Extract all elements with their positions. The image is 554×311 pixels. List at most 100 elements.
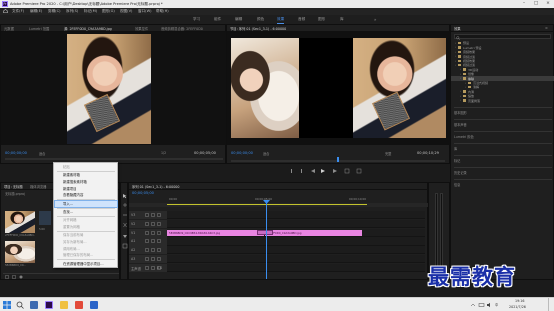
file-explorer-icon[interactable]	[60, 301, 68, 309]
workspace-tab-editing[interactable]: 编辑	[235, 17, 242, 22]
chevron-right-icon[interactable]: ›	[455, 45, 456, 49]
chevron-right-icon[interactable]: ›	[465, 81, 466, 85]
taskbar-date[interactable]: 2021/7/26	[509, 305, 526, 309]
chevron-right-icon[interactable]: ›	[460, 98, 461, 102]
close-button[interactable]: ×	[542, 0, 554, 8]
source-viewer[interactable]	[1, 32, 226, 145]
show-desktop-button[interactable]	[548, 298, 549, 311]
chevron-right-icon[interactable]: ›	[460, 72, 461, 76]
track-lock-icon[interactable]	[145, 239, 149, 244]
workspace-overflow-button[interactable]: »	[374, 17, 376, 22]
menu-file[interactable]: 文件(F)	[12, 9, 24, 14]
workspace-tab-assembly[interactable]: 组件	[214, 17, 221, 22]
context-menu-item[interactable]: 新建搜索素材箱	[55, 179, 117, 186]
master-volume-value[interactable]: 0.0	[157, 266, 162, 270]
program-fit-dropdown[interactable]: 适合	[263, 151, 269, 156]
video-clip[interactable]: 5E2B6BD9_C0C9B54-8DA56-64C3.jpg	[167, 229, 265, 236]
source-fit-dropdown[interactable]: 适合	[39, 151, 45, 156]
chevron-right-icon[interactable]: ›	[455, 50, 456, 54]
word-taskbar-icon[interactable]	[90, 301, 98, 309]
chevron-right-icon[interactable]: ›	[465, 85, 466, 89]
taskbar-time[interactable]: 19:16	[515, 299, 525, 303]
tab-project[interactable]: 项目: 无标题	[4, 184, 23, 189]
menu-graphics[interactable]: 图形(G)	[102, 9, 115, 14]
workspace-tab-color[interactable]: 颜色	[257, 17, 264, 22]
video-clip[interactable]: 2FEFF0D0_C9A3A9BD.jpg	[265, 229, 363, 236]
chevron-right-icon[interactable]: ›	[460, 76, 461, 80]
tab-program[interactable]: 节目: 序列 01 (Sec1_3-1) - 6:00000	[230, 26, 286, 31]
chevron-right-icon[interactable]: ›	[455, 63, 456, 67]
track-eye-icon[interactable]	[157, 239, 161, 244]
track-lane[interactable]	[167, 255, 425, 264]
context-menu-item[interactable]: 在资源管理器中显示项目...	[55, 261, 117, 268]
effects-search-input[interactable]	[454, 34, 551, 40]
track-lock-icon[interactable]	[145, 257, 149, 261]
menu-marker[interactable]: 标记(M)	[84, 9, 97, 14]
track-eye-icon[interactable]	[157, 257, 161, 261]
chevron-right-icon[interactable]: ›	[460, 94, 461, 98]
track-sync-icon[interactable]	[151, 248, 155, 253]
track-eye-icon[interactable]	[157, 248, 161, 253]
effects-section-header[interactable]: 库	[454, 143, 552, 151]
track-eye-icon[interactable]	[157, 221, 161, 226]
track-header[interactable]: V1	[129, 228, 167, 237]
effects-section-header[interactable]: 基本声音	[454, 119, 552, 127]
track-eye-icon[interactable]	[157, 230, 161, 235]
track-lock-icon[interactable]	[145, 248, 149, 253]
track-sync-icon[interactable]	[151, 213, 155, 217]
context-menu-item[interactable]: 导入...	[54, 199, 118, 209]
track-header[interactable]: A2	[129, 246, 167, 255]
context-menu-item[interactable]: 新建素材箱	[55, 172, 117, 179]
track-eye-icon[interactable]	[157, 213, 161, 217]
maximize-button[interactable]: □	[530, 0, 542, 8]
track-header[interactable]: A3	[129, 255, 167, 264]
transition-clip[interactable]	[257, 230, 273, 236]
project-item-thumbnail[interactable]	[5, 241, 35, 263]
track-lock-icon[interactable]	[145, 265, 149, 270]
track-sync-icon[interactable]	[151, 239, 155, 244]
minimize-button[interactable]: –	[518, 0, 530, 8]
effects-section-header[interactable]: 信息	[454, 179, 552, 187]
track-header[interactable]: V3	[129, 211, 167, 220]
track-lock-icon[interactable]	[145, 213, 149, 217]
tab-media-browser[interactable]: 媒体浏览器	[30, 184, 46, 189]
chevron-right-icon[interactable]: ›	[455, 54, 456, 58]
tab-effect-controls[interactable]: 效果控件	[135, 26, 148, 31]
program-viewer[interactable]	[227, 32, 450, 145]
source-timecode-current[interactable]: 00;00;00;00	[5, 151, 27, 155]
task-view-icon[interactable]	[30, 301, 38, 309]
track-lock-icon[interactable]	[145, 221, 149, 226]
track-header[interactable]: V2	[129, 219, 167, 228]
program-playhead[interactable]	[337, 157, 339, 162]
tab-metadata[interactable]: 元数据	[4, 26, 14, 31]
track-lane[interactable]	[167, 219, 425, 228]
menu-view[interactable]: 视图(V)	[120, 9, 132, 14]
track-lane[interactable]	[167, 263, 425, 272]
workspace-tab-graphics[interactable]: 图形	[318, 17, 325, 22]
windows-start-icon[interactable]	[3, 301, 11, 309]
workspace-tab-audio[interactable]: 音频	[298, 17, 305, 22]
playhead-handle-icon[interactable]	[263, 200, 270, 204]
project-item-thumbnail[interactable]	[5, 211, 35, 233]
context-menu-item[interactable]: 新建项目	[55, 186, 117, 193]
program-timecode-current[interactable]: 00;00;00;00	[231, 151, 253, 155]
source-scrub-bar[interactable]	[5, 158, 223, 160]
effects-section-header[interactable]: Lumetri 颜色	[454, 131, 552, 139]
chevron-right-icon[interactable]: ›	[460, 89, 461, 93]
menu-help[interactable]: 帮助(H)	[156, 9, 169, 14]
tab-sequence[interactable]: 序列 01 (Sec1_3-1) - 6:00000	[132, 184, 180, 189]
workspace-tab-libraries[interactable]: 库	[340, 17, 344, 22]
program-quality-dropdown[interactable]: 完整	[385, 151, 391, 156]
menu-window[interactable]: 窗口(W)	[138, 9, 152, 14]
menu-clip[interactable]: 剪辑(C)	[48, 9, 61, 14]
premiere-taskbar-icon[interactable]	[45, 301, 53, 309]
timeline-playhead[interactable]	[266, 201, 267, 279]
track-lane[interactable]	[167, 211, 425, 220]
effects-tree-item[interactable]: › 页面剥落	[451, 98, 554, 102]
track-header[interactable]: A1	[129, 237, 167, 246]
workspace-tab-learn[interactable]: 学习	[193, 17, 200, 22]
panel-menu-icon[interactable]: ≡	[545, 26, 548, 30]
track-sync-icon[interactable]	[151, 257, 155, 261]
tab-lumetri-scopes[interactable]: Lumetri 范围	[29, 26, 49, 31]
context-menu-item[interactable]: 查看隐藏内容	[55, 192, 117, 199]
